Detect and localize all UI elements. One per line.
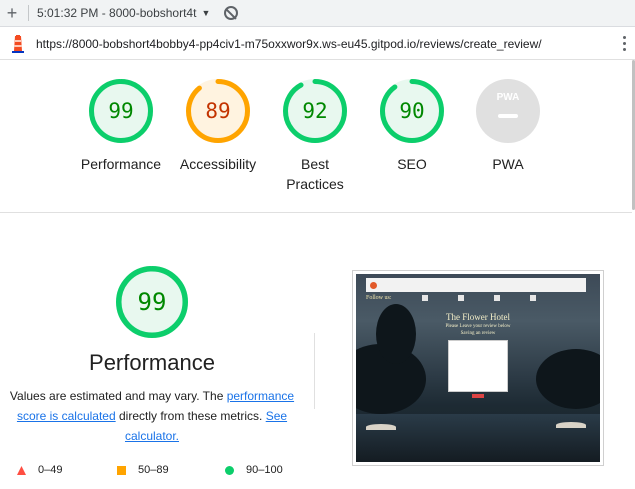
gauge-score: 89	[205, 99, 231, 123]
pwa-badge-text: PWA	[496, 92, 520, 103]
legend-range: 0–49	[38, 464, 63, 476]
site-logo-icon	[370, 281, 377, 289]
clear-block-icon[interactable]	[224, 6, 239, 20]
legend-pass: 90–100	[225, 464, 283, 476]
pool-area	[356, 414, 600, 462]
report-url-bar: https://8000-bobshort4bobby4-pp4civ1-m75…	[0, 28, 635, 60]
youtube-icon	[529, 295, 536, 301]
more-options-icon[interactable]	[623, 36, 627, 51]
twitter-icon	[457, 295, 464, 301]
gauge-ring: 90	[379, 78, 445, 144]
legend-range: 90–100	[246, 464, 283, 476]
umbrella-shape	[366, 424, 396, 430]
gauge-ring: 89	[185, 78, 251, 144]
final-screenshot-thumbnail[interactable]: Follow us: The Flower Hotel Please Leave…	[352, 270, 604, 466]
gauge-best-practices[interactable]: 92 Best Practices	[265, 78, 365, 194]
new-report-plus-icon[interactable]: +	[0, 0, 24, 27]
chevron-down-icon[interactable]: ▼	[201, 8, 210, 18]
gauge-pwa[interactable]: PWA PWA	[458, 78, 558, 174]
legend-average: 50–89	[117, 464, 169, 476]
instagram-icon	[493, 295, 500, 301]
gauge-score: 99	[108, 99, 134, 123]
toolbar-separator	[28, 5, 29, 21]
tree-silhouette	[536, 349, 600, 409]
gauge-ring: PWA	[475, 78, 541, 144]
performance-big-score: 99	[137, 288, 167, 316]
site-subtitle: Please Leave your review below	[445, 324, 511, 329]
gauge-score: 90	[399, 99, 425, 123]
disclaimer-text-1: Values are estimated and may vary. The	[9, 389, 227, 403]
disclaimer-text-2: directly from these metrics.	[115, 409, 266, 423]
site-navbar	[366, 278, 586, 292]
gauge-label: Accessibility	[179, 156, 257, 172]
screenshot-image: Follow us: The Flower Hotel Please Leave…	[356, 274, 600, 462]
gauge-label: PWA	[492, 156, 524, 172]
gauge-accessibility[interactable]: 89 Accessibility	[168, 78, 268, 174]
site-hotel-title: The Flower Hotel	[446, 312, 510, 322]
performance-disclaimer: Values are estimated and may vary. The p…	[6, 386, 298, 446]
facebook-icon	[421, 295, 428, 301]
section-divider	[0, 212, 632, 213]
gauge-seo[interactable]: 90 SEO	[362, 78, 462, 174]
umbrella-shape	[556, 422, 586, 428]
report-session-select[interactable]: 5:01:32 PM - 8000-bobshort4t	[37, 6, 196, 20]
report-url-link[interactable]: https://8000-bobshort4bobby4-pp4civ1-m75…	[36, 37, 542, 51]
legend-fail: 0–49	[17, 464, 62, 476]
gauge-label: Best Practices	[286, 156, 344, 192]
site-follow-bar: Follow us:	[366, 292, 586, 304]
gauge-performance[interactable]: 99 Performance	[71, 78, 171, 174]
legend-range: 50–89	[138, 464, 169, 476]
site-follow-text: Follow us:	[366, 295, 392, 301]
vertical-separator	[314, 333, 315, 409]
performance-big-gauge: 99	[115, 265, 189, 339]
gauge-ring: 92	[282, 78, 348, 144]
square-icon	[117, 465, 126, 475]
gauge-ring: 99	[88, 78, 154, 144]
gauge-label: Performance	[80, 156, 162, 172]
performance-title: Performance	[89, 350, 215, 375]
lighthouse-icon	[0, 28, 36, 60]
triangle-icon	[17, 465, 26, 475]
site-subtitle-2: Saving an review	[460, 331, 496, 336]
site-submit-button	[472, 394, 484, 398]
devtools-toolbar: + 5:01:32 PM - 8000-bobshort4t ▼	[0, 0, 635, 27]
gauge-label: SEO	[397, 156, 427, 172]
site-review-form	[448, 340, 508, 392]
circle-icon	[225, 465, 234, 475]
gauge-score: 92	[302, 99, 328, 123]
